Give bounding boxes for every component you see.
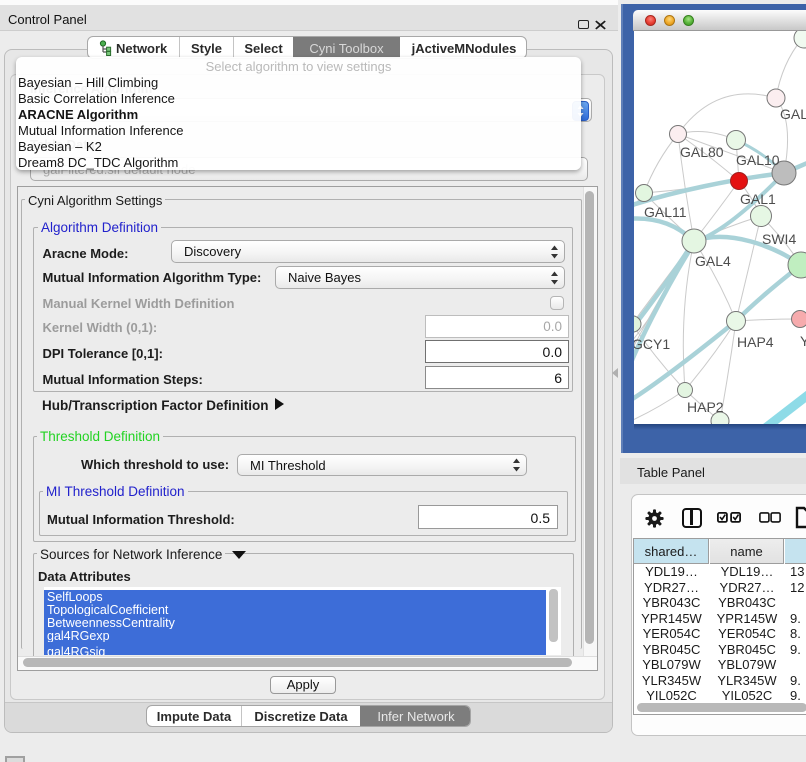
svg-text:GAL2: GAL2 xyxy=(780,106,806,122)
svg-text:GAL10: GAL10 xyxy=(736,152,780,168)
svg-text:HAP4: HAP4 xyxy=(737,334,774,350)
svg-text:GAL80: GAL80 xyxy=(680,144,724,160)
svg-text:SWI4: SWI4 xyxy=(762,231,796,247)
svg-text:GCY1: GCY1 xyxy=(634,336,670,352)
svg-text:GAL4: GAL4 xyxy=(695,253,731,269)
svg-text:HAP2: HAP2 xyxy=(687,399,724,415)
svg-text:Y: Y xyxy=(800,333,806,349)
svg-text:GAL11: GAL11 xyxy=(644,204,687,220)
svg-text:GAL1: GAL1 xyxy=(740,191,776,207)
